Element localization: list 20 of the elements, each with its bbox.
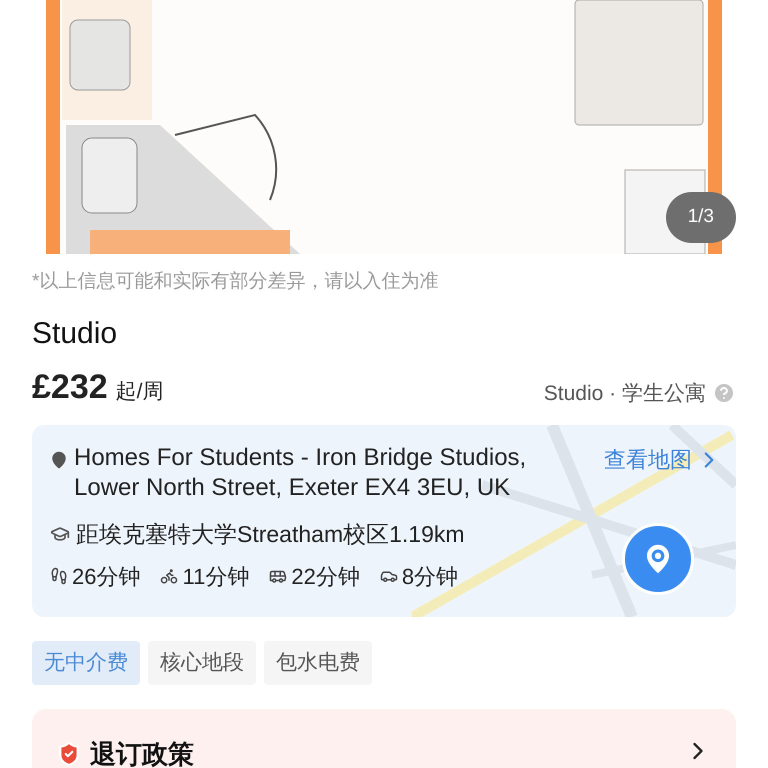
commute-time: 8分钟: [402, 562, 458, 590]
view-map-link[interactable]: 查看地图: [604, 443, 722, 476]
price-unit: 起/周: [116, 379, 164, 405]
walking-icon: [50, 567, 68, 585]
policy-title: 退订政策: [90, 738, 194, 768]
policy-card[interactable]: 退订政策: [32, 708, 736, 768]
commute-time: 11分钟: [182, 562, 250, 590]
commute-time: 22分钟: [291, 562, 360, 590]
bicycle-icon: [160, 567, 178, 585]
price: £232: [32, 367, 108, 408]
feature-tag: 核心地段: [148, 641, 256, 684]
commute-time: 26分钟: [72, 562, 140, 590]
feature-tag: 包水电费: [264, 641, 372, 684]
property-type: Studio · 学生公寓: [544, 380, 706, 406]
room-title: Studio: [32, 316, 118, 352]
disclaimer-text: *以上信息可能和实际有部分差异，请以入住为准: [32, 270, 440, 294]
feature-tag: 无中介费: [32, 641, 140, 684]
address-text: Homes For Students - Iron Bridge Studios, Lower North Street, Exeter EX4 3EU, UK: [74, 443, 528, 503]
location-pin-icon: [50, 451, 68, 469]
distance-text: 距埃克塞特大学Streatham校区1.19km: [76, 520, 465, 549]
